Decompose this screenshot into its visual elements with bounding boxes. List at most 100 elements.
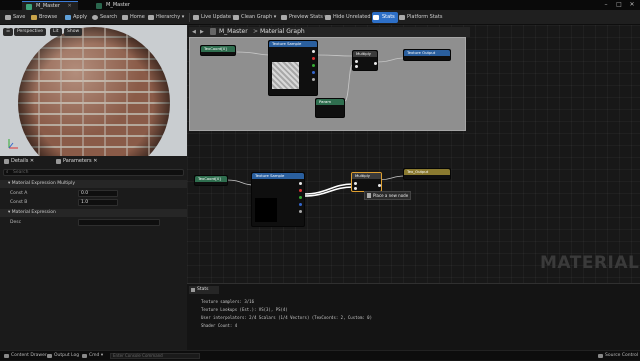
show-button[interactable]: Show [64, 28, 83, 36]
node-header: TexCoord[0] [195, 176, 227, 182]
section-material-expression-multiply[interactable]: ▾ Material Expression Multiply [0, 180, 187, 188]
home-button[interactable]: Home [121, 12, 145, 23]
input-pin-b[interactable] [355, 65, 358, 68]
graph-watermark: MATERIAL [540, 253, 640, 273]
property-const-b: Const B 1.0 [0, 198, 187, 207]
save-button[interactable]: Save [4, 12, 25, 23]
property-const-a: Const A 0.0 [0, 189, 187, 198]
search-button[interactable]: Search [91, 12, 117, 23]
tab-m-master-active[interactable]: M_Master ✕ [22, 1, 78, 10]
stats-icon [373, 15, 379, 20]
input-pin-a[interactable] [355, 60, 358, 63]
hide-unrelated-button[interactable]: Hide Unrelated ▾ [324, 12, 375, 23]
hierarchy-label: Hierarchy [156, 14, 181, 20]
details-icon [4, 159, 9, 164]
platform-stats-button[interactable]: Platform Stats [398, 12, 442, 23]
input-pin-b[interactable] [354, 187, 357, 190]
output-pin-r[interactable] [299, 189, 302, 192]
stats-line: User interpolators: 2/4 Scalars (1/4 Vec… [201, 315, 372, 320]
content-drawer-label: Content Drawer [11, 353, 47, 358]
section-material-expression[interactable]: ▾ Material Expression [0, 209, 187, 217]
section-title: Material Expression Multiply [11, 181, 76, 186]
tab-m-master[interactable]: M_Master [92, 1, 136, 10]
desc-field[interactable] [78, 219, 160, 226]
stats-tab[interactable]: Stats [189, 286, 219, 294]
stats-line: Texture samplers: 3/16 [201, 299, 254, 304]
stats-panel: Stats Texture samplers: 3/16 Texture Loo… [187, 283, 640, 350]
const-b-label: Const B [10, 200, 28, 205]
texture-sample-node-top[interactable]: Texture Sample [268, 40, 318, 96]
const-a-field[interactable]: 0.0 [78, 190, 118, 197]
tab-details-label: Details [11, 158, 29, 164]
live-update-icon [193, 15, 199, 20]
output-pin[interactable] [378, 184, 381, 187]
section-title: Material Expression [11, 210, 56, 215]
title-bar: M_Master ✕ M_Master – □ ✕ [0, 0, 640, 10]
texcoord-node-bottom[interactable]: TexCoord[0] [194, 175, 228, 186]
folder-icon [31, 15, 37, 20]
output-node-top[interactable]: Texture Output [403, 49, 451, 61]
output-pin[interactable] [374, 62, 377, 65]
node-header: Multiply [353, 51, 377, 57]
minimize-icon[interactable]: – [600, 0, 612, 10]
close-icon[interactable]: ✕ [67, 3, 71, 9]
content-drawer-icon [4, 354, 9, 358]
toolbar-divider [189, 13, 190, 22]
graph-wires [226, 51, 405, 197]
live-update-button[interactable]: Live Update ▾ [192, 12, 235, 23]
output-pin-g[interactable] [312, 64, 315, 67]
const-a-label: Const A [10, 191, 28, 196]
texcoord-node[interactable]: TexCoord[0] [200, 45, 236, 56]
texture-preview [272, 62, 299, 89]
perspective-button[interactable]: Perspective [14, 28, 47, 36]
stats-title: Stats [197, 287, 209, 292]
texture-sample-node-bottom[interactable]: Texture Sample [251, 172, 305, 227]
preview-sphere-mortar [18, 27, 170, 156]
home-label: Home [130, 14, 145, 20]
lit-button[interactable]: Lit [50, 28, 62, 36]
stats-button[interactable]: Stats [372, 12, 398, 23]
browse-button[interactable]: Browse [30, 12, 57, 23]
output-pin-b[interactable] [312, 71, 315, 74]
multiply-node-top[interactable]: Multiply [352, 50, 378, 71]
apply-icon [65, 15, 71, 20]
platform-stats-label: Platform Stats [407, 14, 443, 20]
desc-label: Desc [10, 220, 22, 225]
preview-stats-icon [281, 15, 287, 20]
console-command-input[interactable]: Enter Console Command [110, 353, 200, 359]
output-log-icon [47, 354, 52, 358]
hierarchy-button[interactable]: Hierarchy ▾ [147, 12, 184, 23]
source-control-label: Source Control [605, 353, 639, 358]
stats-line: Texture Lookups (Est.): VS(3), PS(4) [201, 307, 288, 312]
preview-stats-button[interactable]: Preview Stats ▾ [280, 12, 327, 23]
output-pin-r[interactable] [312, 57, 315, 60]
search-label: Search [100, 14, 118, 20]
stats-label: Stats [382, 14, 395, 20]
tab-parameters[interactable]: Parameters ✕ [54, 157, 97, 166]
details-search-input[interactable]: ⌕ Search [3, 169, 184, 176]
output-pin-g[interactable] [299, 196, 302, 199]
output-pin-a[interactable] [312, 78, 315, 81]
output-node-bottom[interactable]: Tex_Output [403, 168, 451, 180]
output-pin[interactable] [312, 50, 315, 53]
property-desc: Desc [0, 218, 187, 227]
apply-button[interactable]: Apply [64, 12, 87, 23]
clean-graph-button[interactable]: Clean Graph ▾ [232, 12, 276, 23]
const-b-field[interactable]: 1.0 [78, 199, 118, 206]
preview-viewport[interactable]: ☰ Perspective Lit Show [0, 25, 187, 156]
parameter-node[interactable]: Param [315, 98, 345, 118]
output-log-label: Output Log [54, 353, 80, 358]
output-pin-a[interactable] [299, 210, 302, 213]
node-header: Texture Sample [252, 173, 304, 179]
viewport-options-button[interactable]: ☰ [3, 28, 14, 36]
maximize-icon[interactable]: □ [613, 0, 625, 10]
tab-details[interactable]: Details ✕ [2, 157, 34, 166]
output-pin[interactable] [299, 182, 302, 185]
material-graph-canvas[interactable]: ◀ ▶ M_Master > Material Graph TexCoord[0… [187, 25, 640, 283]
multiply-node-selected[interactable]: Multiply [351, 172, 382, 192]
context-menu-place-node[interactable]: Place a new node [364, 191, 411, 200]
output-pin-b[interactable] [299, 203, 302, 206]
preview-stats-label: Preview Stats [289, 14, 323, 20]
input-pin-a[interactable] [354, 182, 357, 185]
close-window-icon[interactable]: ✕ [626, 0, 638, 10]
